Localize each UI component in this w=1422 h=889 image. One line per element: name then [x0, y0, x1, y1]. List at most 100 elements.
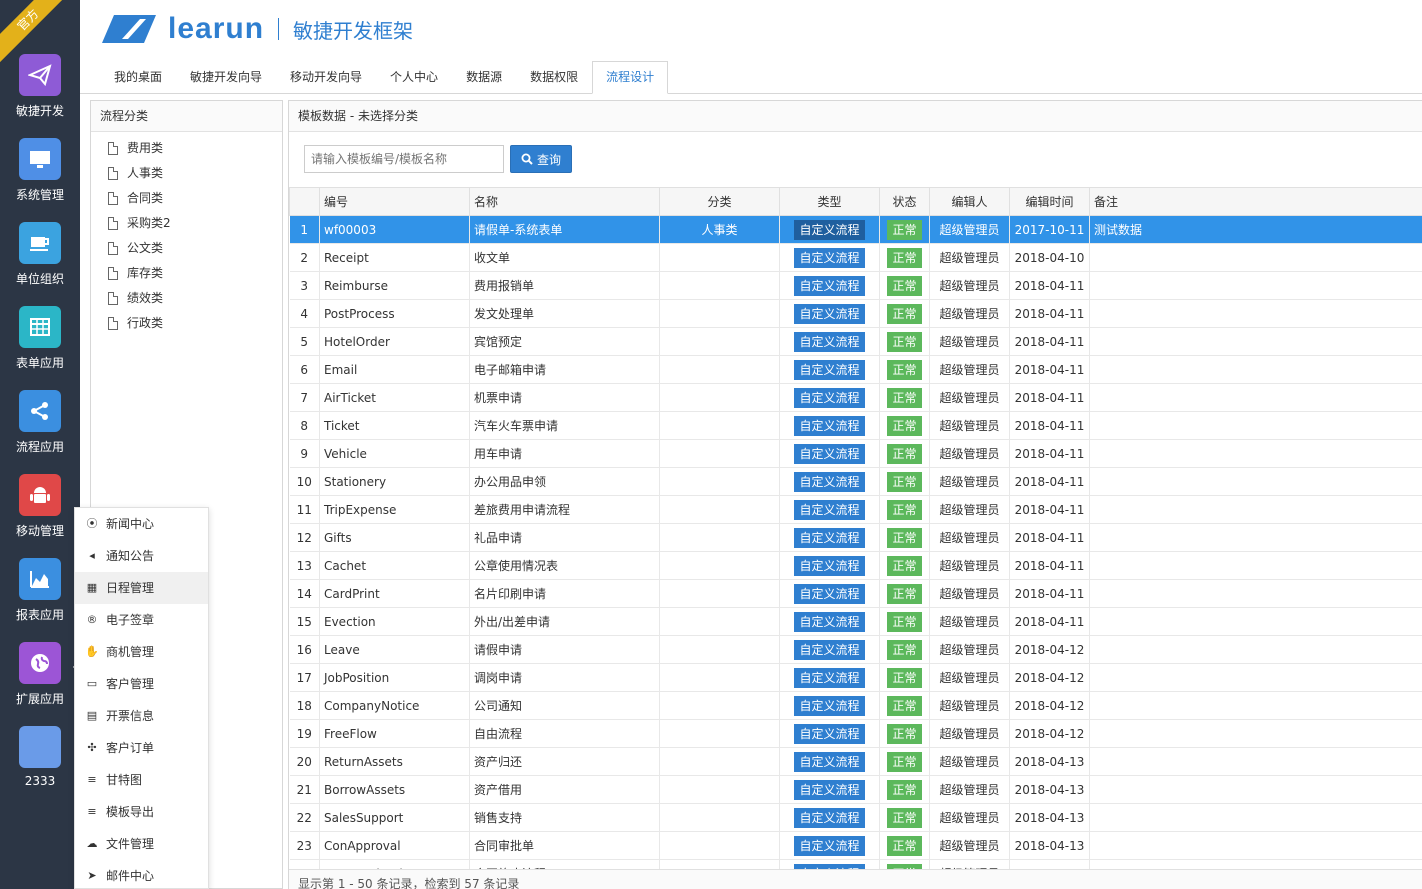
table-row[interactable]: 14 CardPrint 名片印刷申请 自定义流程 正常 超级管理员 2018-04-11	[289, 579, 1422, 608]
sidebar-item[interactable]: 流程应用	[0, 390, 80, 455]
column-header[interactable]: 状态	[879, 187, 930, 216]
table-cell	[1089, 831, 1422, 860]
menu-item-label: 新闻中心	[106, 517, 155, 531]
category-item[interactable]: 库存类	[91, 261, 282, 286]
table-row[interactable]: 24ConTermination合同终止流程 自定义流程正常超级管理员2018-0…	[289, 859, 1422, 869]
table-row[interactable]: 16 Leave 请假申请 自定义流程 正常 超级管理员 2018-04-12	[289, 635, 1422, 664]
table-row[interactable]: 11 TripExpense 差旅费用申请流程 自定义流程 正常 超级管理员 2018-04…	[289, 495, 1422, 524]
table-row[interactable]: 8 Ticket 汽车火车票申请 自定义流程 正常 超级管理员 2018-04-11	[289, 411, 1422, 440]
table-cell: 9	[289, 439, 320, 468]
table-row[interactable]: 6 Email 电子邮箱申请 自定义流程 正常 超级管理员 2018-04-11	[289, 355, 1422, 384]
menu-item[interactable]: ≡ 模板导出	[75, 796, 208, 828]
menu-item[interactable]: ☁ 文件管理	[75, 828, 208, 860]
sidebar-item[interactable]: 表单应用	[0, 306, 80, 371]
tab[interactable]: 个人中心	[376, 61, 452, 94]
table-row[interactable]: 3 Reimburse 费用报销单 自定义流程 正常 超级管理员 2018-04-11	[289, 271, 1422, 300]
table-row[interactable]: 15 Evection 外出/出差申请 自定义流程 正常 超级管理员 2018-04-11	[289, 607, 1422, 636]
table-cell: 超级管理员	[929, 243, 1010, 272]
table-cell: 1	[289, 215, 320, 244]
menu-item[interactable]: ▤ 开票信息	[75, 700, 208, 732]
table-row[interactable]: 5 HotelOrder 宾馆预定 自定义流程 正常 超级管理员 2018-04-11	[289, 327, 1422, 356]
sidebar-item-label: 扩展应用	[15, 692, 64, 706]
logo-subtitle: 敏捷开发框架	[293, 18, 414, 43]
menu-item[interactable]: ✣ 客户订单	[75, 732, 208, 764]
column-header[interactable]: 编辑时间	[1009, 187, 1090, 216]
table-row[interactable]: 10 Stationery 办公用品申领 自定义流程 正常 超级管理员 2018-04-11	[289, 467, 1422, 496]
sidebar-item[interactable]: 2333	[0, 726, 80, 788]
column-header[interactable]: 编号	[319, 187, 470, 216]
table-row[interactable]: 2 Receipt 收文单 自定义流程 正常 超级管理员 2018-04-10	[289, 243, 1422, 272]
column-header[interactable]: 类型	[779, 187, 880, 216]
table-cell: 正常	[879, 663, 930, 692]
tab[interactable]: 数据权限	[516, 61, 592, 94]
table-row[interactable]: 9 Vehicle 用车申请 自定义流程 正常 超级管理员 2018-04-11	[289, 439, 1422, 468]
column-header[interactable]: 分类	[659, 187, 780, 216]
menu-item[interactable]: ▦ 日程管理	[75, 572, 208, 604]
menu-item[interactable]: ® 电子签章	[75, 604, 208, 636]
menu-item[interactable]: ▭ 客户管理	[75, 668, 208, 700]
table-cell: 2018-04-12	[1009, 663, 1090, 692]
table-row[interactable]: 1 wf00003 请假单-系统表单 人事类 自定义流程 正常 超级管理员 2017-10-1…	[289, 215, 1422, 244]
table-row[interactable]: 13 Cachet 公章使用情况表 自定义流程 正常 超级管理员 2018-04-11	[289, 551, 1422, 580]
status-badge: 正常	[887, 331, 922, 352]
category-label: 公文类	[127, 241, 164, 255]
category-item[interactable]: 人事类	[91, 161, 282, 186]
table-row[interactable]: 7 AirTicket 机票申请 自定义流程 正常 超级管理员 2018-04-11	[289, 383, 1422, 412]
tab[interactable]: 移动开发向导	[276, 61, 376, 94]
sidebar-item[interactable]: 单位组织	[0, 222, 80, 287]
table-cell: 2018-04-12	[1009, 635, 1090, 664]
table-cell: 正常	[879, 719, 930, 748]
menu-item[interactable]: ⦿ 新闻中心	[75, 508, 208, 540]
table-row[interactable]: 17 JobPosition 调岗申请 自定义流程 正常 超级管理员 2018-04-12	[289, 663, 1422, 692]
search-input[interactable]	[304, 145, 504, 173]
table-row[interactable]: 4 PostProcess 发文处理单 自定义流程 正常 超级管理员 2018-04-11	[289, 299, 1422, 328]
tab[interactable]: 流程设计	[592, 61, 669, 94]
category-item[interactable]: 费用类	[91, 136, 282, 161]
column-header[interactable]: 编辑人	[929, 187, 1010, 216]
tab[interactable]: 敏捷开发向导	[176, 61, 276, 94]
sidebar-item[interactable]: 系统管理	[0, 138, 80, 203]
sidebar-item[interactable]: 报表应用	[0, 558, 80, 623]
table-row[interactable]: 21 BorrowAssets 资产借用 自定义流程 正常 超级管理员 2018-04-13	[289, 775, 1422, 804]
table-cell: 正常	[879, 803, 930, 832]
category-item[interactable]: 绩效类	[91, 286, 282, 311]
table-cell: 正常	[879, 299, 930, 328]
sidebar-item[interactable]: 扩展应用	[0, 642, 80, 707]
table-row[interactable]: 18 CompanyNotice 公司通知 自定义流程 正常 超级管理员 2018-04-1…	[289, 691, 1422, 720]
column-header[interactable]: 备注	[1089, 187, 1422, 216]
table-cell: 自定义流程	[779, 243, 880, 272]
table-cell: 超级管理员	[929, 439, 1010, 468]
coffee-cup-icon	[19, 222, 61, 264]
table-cell: 正常	[879, 775, 930, 804]
table-row[interactable]: 12 Gifts 礼品申请 自定义流程 正常 超级管理员 2018-04-11	[289, 523, 1422, 552]
sidebar-item[interactable]: 敏捷开发	[0, 54, 80, 119]
search-button[interactable]: 查询	[510, 145, 573, 173]
grid-pager-info: 显示第 1 - 50 条记录，检索到 57 条记录	[289, 869, 1422, 889]
menu-item[interactable]: ✋ 商机管理	[75, 636, 208, 668]
table-row[interactable]: 23 ConApproval 合同审批单 自定义流程 正常 超级管理员 2018-04-13	[289, 831, 1422, 860]
table-row[interactable]: 20 ReturnAssets 资产归还 自定义流程 正常 超级管理员 2018-04-13	[289, 747, 1422, 776]
table-row[interactable]: 22 SalesSupport 销售支持 自定义流程 正常 超级管理员 2018-04-13	[289, 803, 1422, 832]
menu-item[interactable]: ➤ 邮件中心	[75, 860, 208, 888]
table-cell: JobPosition	[319, 663, 470, 692]
column-header[interactable]: 名称	[469, 187, 660, 216]
table-cell	[659, 663, 780, 692]
table-cell: 正常	[879, 439, 930, 468]
menu-item[interactable]: ≡ 甘特图	[75, 764, 208, 796]
sidebar-item[interactable]: 移动管理	[0, 474, 80, 539]
globe-icon	[19, 642, 61, 684]
tab[interactable]: 数据源	[452, 61, 516, 94]
category-item[interactable]: 采购类2	[91, 211, 282, 236]
table-cell: 自定义流程	[779, 215, 880, 244]
tab[interactable]: 我的桌面	[100, 61, 176, 94]
type-badge: 自定义流程	[794, 443, 865, 464]
menu-item[interactable]: ◂ 通知公告	[75, 540, 208, 572]
category-item[interactable]: 行政类	[91, 311, 282, 336]
category-item[interactable]: 公文类	[91, 236, 282, 261]
table-cell: 2018-04-11	[1009, 299, 1090, 328]
column-header[interactable]	[289, 187, 320, 216]
logo-text: learun	[168, 12, 265, 45]
table-row[interactable]: 19 FreeFlow 自由流程 自定义流程 正常 超级管理员 2018-04-12	[289, 719, 1422, 748]
table-cell	[1089, 663, 1422, 692]
category-item[interactable]: 合同类	[91, 186, 282, 211]
